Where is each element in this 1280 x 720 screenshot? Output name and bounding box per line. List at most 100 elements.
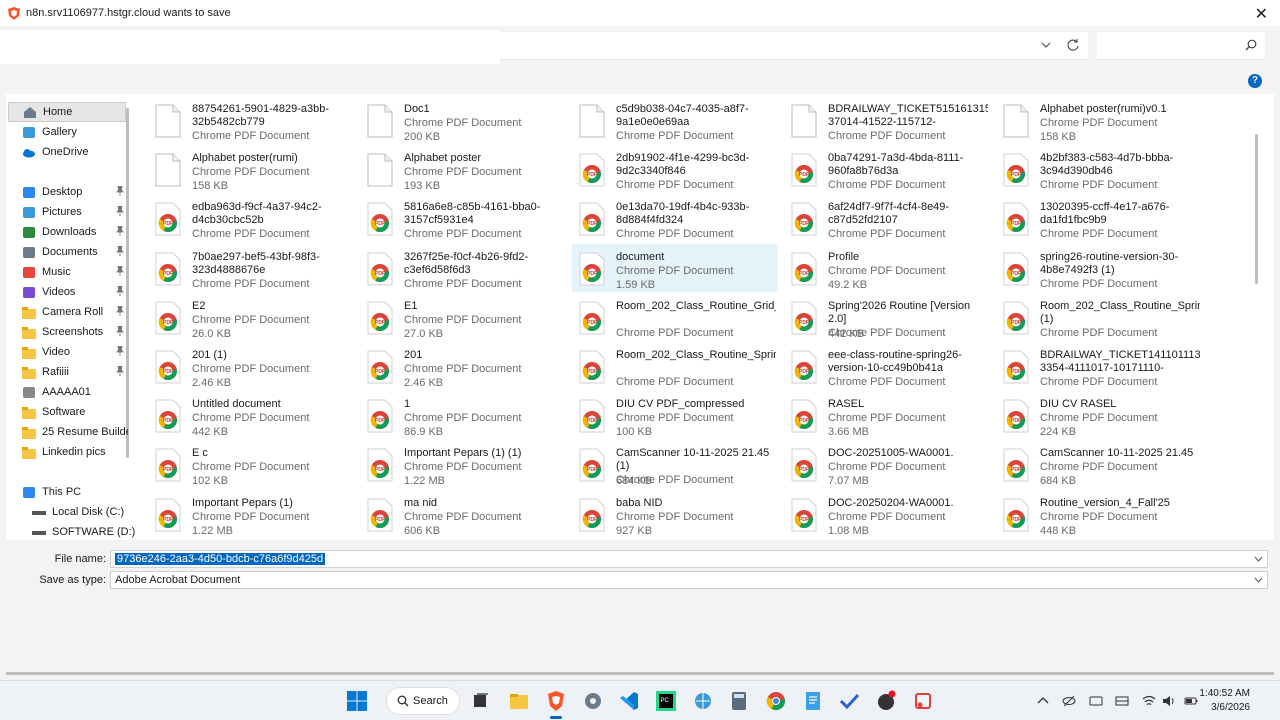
file-item[interactable]: PDF ma nid Chrome PDF Document 606 KB (360, 490, 566, 538)
close-button[interactable]: ✕ (1255, 4, 1268, 24)
file-item[interactable]: Alphabet poster Chrome PDF Document 193 KB (360, 145, 566, 193)
file-item[interactable]: PDF CamScanner 10-11-2025 21.45 Chrome PDF… (996, 440, 1202, 488)
snipping-tool-icon[interactable] (912, 690, 934, 712)
system-clock[interactable]: 1:40:52 AM 3/6/2026 (1199, 687, 1250, 715)
file-item[interactable]: PDF 201 (1) Chrome PDF Document 2.46 KB (154, 342, 354, 390)
app-icon[interactable] (875, 690, 897, 712)
notepad-icon[interactable] (802, 690, 824, 712)
network-globe-icon[interactable] (692, 690, 714, 712)
sidebar-item-videos[interactable]: Videos (22, 282, 128, 302)
pycharm-icon[interactable]: PC (655, 690, 677, 712)
settings-icon[interactable] (582, 690, 604, 712)
file-list-scrollbar[interactable] (1255, 134, 1258, 284)
file-item[interactable]: PDF BDRAILWAY_TICKET14110111371216-3354-4… (996, 342, 1202, 390)
keyboard-icon[interactable] (1089, 694, 1103, 708)
file-item[interactable]: PDF DIU CV RASEL Chrome PDF Document 224 KB (996, 391, 1202, 439)
help-icon[interactable]: ? (1248, 74, 1262, 88)
file-item[interactable]: PDF 201 Chrome PDF Document 2.46 KB (360, 342, 566, 390)
chevron-down-icon[interactable] (1040, 38, 1052, 52)
file-item[interactable]: PDF E1 Chrome PDF Document 27.0 KB (360, 293, 566, 341)
search-input[interactable] (1097, 32, 1265, 60)
sidebar-item-aaaaa01[interactable]: AAAAA01 (22, 382, 128, 402)
file-item[interactable]: PDF spring26-routine-version-30-4b8e7492f… (996, 244, 1202, 292)
file-name-value[interactable]: 9736e246-2aa3-4d50-bdcb-c76a6f9d425d (115, 553, 326, 565)
sidebar-item-pictures[interactable]: Pictures (22, 202, 128, 222)
file-item[interactable]: PDF 13020395-ccff-4e17-a676-da1fd1fbc9b9 C… (996, 194, 1202, 242)
sidebar-item-local-disk-c[interactable]: Local Disk (C:) (32, 502, 138, 522)
chevron-up-icon[interactable] (1036, 694, 1050, 708)
file-item[interactable]: PDF 4b2bf383-c583-4d7b-bbba-3c94d390db46 C… (996, 145, 1202, 193)
sidebar-item-desktop[interactable]: Desktop (22, 182, 128, 202)
sidebar-item-camera-roll[interactable]: Camera Roll (22, 302, 128, 322)
file-item[interactable]: 88754261-5901-4829-a3bb-32b5482cb779 Chro… (154, 96, 354, 144)
file-item[interactable]: PDF baba NID Chrome PDF Document 927 KB (572, 490, 778, 538)
file-explorer-icon[interactable] (508, 690, 530, 712)
sidebar-item-25-resume-builde[interactable]: 25 Resume Builde (22, 422, 128, 442)
file-item[interactable]: PDF 6af24df7-9f7f-4cf4-8e49-c87d52fd2107 C… (784, 194, 990, 242)
file-item[interactable]: PDF Important Pepars (1) (1) Chrome PDF Do… (360, 440, 566, 488)
file-item[interactable]: PDF 1 Chrome PDF Document 86.9 KB (360, 391, 566, 439)
file-item[interactable]: PDF 3267f25e-f0cf-4b26-9fd2-c3ef6d58f6d3 C… (360, 244, 566, 292)
windows-start-icon[interactable] (346, 690, 368, 712)
file-item[interactable]: PDF 2db91902-4f1e-4299-bc3d-9d2c3340f846 C… (572, 145, 778, 193)
file-item[interactable]: PDF 0e13da70-19df-4b4c-933b-8d884f4fd324 C… (572, 194, 778, 242)
file-name-input[interactable]: 9736e246-2aa3-4d50-bdcb-c76a6f9d425d (110, 550, 1268, 568)
file-item[interactable]: Alphabet poster(rumi) Chrome PDF Document… (154, 145, 354, 193)
file-item[interactable]: PDF Room_202_Class_Routine_Spring_2026 (1… (996, 293, 1202, 341)
eye-off-icon[interactable] (1062, 694, 1076, 708)
sidebar-item-rafiiii[interactable]: Rafiiii (22, 362, 128, 382)
file-item[interactable]: BDRAILWAY_TICKET51516131510140-37014-415… (784, 96, 990, 144)
sidebar-item-software-d[interactable]: SOFTWARE (D:) (32, 522, 138, 542)
file-item[interactable]: PDF DOC-20251005-WA0001. Chrome PDF Docume… (784, 440, 990, 488)
file-item[interactable]: PDF Important Pepars (1) Chrome PDF Docume… (154, 490, 354, 538)
file-item[interactable]: PDF 7b0ae297-bef5-43bf-98f3-323d4888676e C… (154, 244, 354, 292)
sidebar-item-onedrive[interactable]: OneDrive (22, 142, 128, 162)
sidebar-item-documents[interactable]: Documents (22, 242, 128, 262)
sidebar-item-this-pc[interactable]: This PC (22, 482, 128, 502)
sidebar-item-linkedin-pics[interactable]: Linkedin pics (22, 442, 128, 462)
calculator-icon[interactable] (728, 690, 750, 712)
file-item[interactable]: PDF eee-class-routine-spring26-version-10… (784, 342, 990, 390)
sidebar-item-software[interactable]: Software (22, 402, 128, 422)
file-item[interactable]: PDF Profile Chrome PDF Document 49.2 KB (784, 244, 990, 292)
address-bar[interactable] (500, 32, 1088, 60)
file-item[interactable]: PDF document Chrome PDF Document 1.59 KB (572, 243, 778, 292)
file-item[interactable]: PDF Spring'2026 Routine [Version 2.0] Chro… (784, 293, 990, 341)
sidebar-item-screenshots[interactable]: Screenshots (22, 322, 128, 342)
vscode-icon[interactable] (618, 690, 640, 712)
file-item[interactable]: PDF DOC-20250204-WA0001. Chrome PDF Docume… (784, 490, 990, 538)
task-view-icon[interactable] (470, 690, 492, 712)
display-icon[interactable] (1115, 694, 1129, 708)
file-item[interactable]: PDF edba963d-f9cf-4a37-94c2-d4cb30cbc52b C… (154, 194, 354, 242)
volume-icon[interactable] (1162, 694, 1176, 708)
file-item[interactable]: PDF CamScanner 10-11-2025 21.45 (1) Chrome… (572, 440, 778, 488)
file-item[interactable]: Doc1 Chrome PDF Document 200 KB (360, 96, 566, 144)
file-item[interactable]: PDF Untitled document Chrome PDF Document 4… (154, 391, 354, 439)
file-item[interactable]: PDF Routine_version_4_Fall'25 Chrome PDF D… (996, 490, 1202, 538)
chevron-down-icon[interactable] (1254, 554, 1263, 564)
refresh-icon[interactable] (1066, 37, 1080, 53)
sidebar-item-gallery[interactable]: Gallery (22, 122, 128, 142)
chevron-down-icon[interactable] (1254, 575, 1263, 585)
file-item[interactable]: c5d9b038-04c7-4035-a8f7-9a1e0e0e69aa Chro… (572, 96, 778, 144)
chrome-icon[interactable] (765, 690, 787, 712)
todo-check-icon[interactable] (838, 690, 860, 712)
battery-icon[interactable] (1184, 694, 1198, 708)
taskbar-search[interactable]: Search (386, 687, 460, 715)
horizontal-scrollbar[interactable] (6, 672, 1274, 675)
brave-browser-icon[interactable] (545, 690, 567, 712)
file-item[interactable]: PDF RASEL Chrome PDF Document 3.66 MB (784, 391, 990, 439)
file-item[interactable]: PDF Room_202_Class_Routine_Spring_2026 Chr… (572, 342, 778, 390)
sidebar-item-video[interactable]: Video (22, 342, 128, 362)
save-type-select[interactable]: Adobe Acrobat Document (110, 571, 1268, 589)
sidebar-item-music[interactable]: Music (22, 262, 128, 282)
wifi-icon[interactable] (1142, 694, 1156, 708)
file-item[interactable]: PDF E c Chrome PDF Document 102 KB (154, 440, 354, 488)
sidebar-item-downloads[interactable]: Downloads (22, 222, 128, 242)
file-item[interactable]: PDF DIU CV PDF_compressed Chrome PDF Docum… (572, 391, 778, 439)
sidebar-item-home[interactable]: Home (8, 102, 126, 122)
file-item[interactable]: PDF 5816a6e8-c85b-4161-bba0-3157cf5931e4 C… (360, 194, 566, 242)
file-item[interactable]: PDF E2 Chrome PDF Document 26.0 KB (154, 293, 354, 341)
file-item[interactable]: Alphabet poster(rumi)v0.1 Chrome PDF Docu… (996, 96, 1202, 144)
file-item[interactable]: PDF Room_202_Class_Routine_Grid_Spring_20… (572, 293, 778, 341)
